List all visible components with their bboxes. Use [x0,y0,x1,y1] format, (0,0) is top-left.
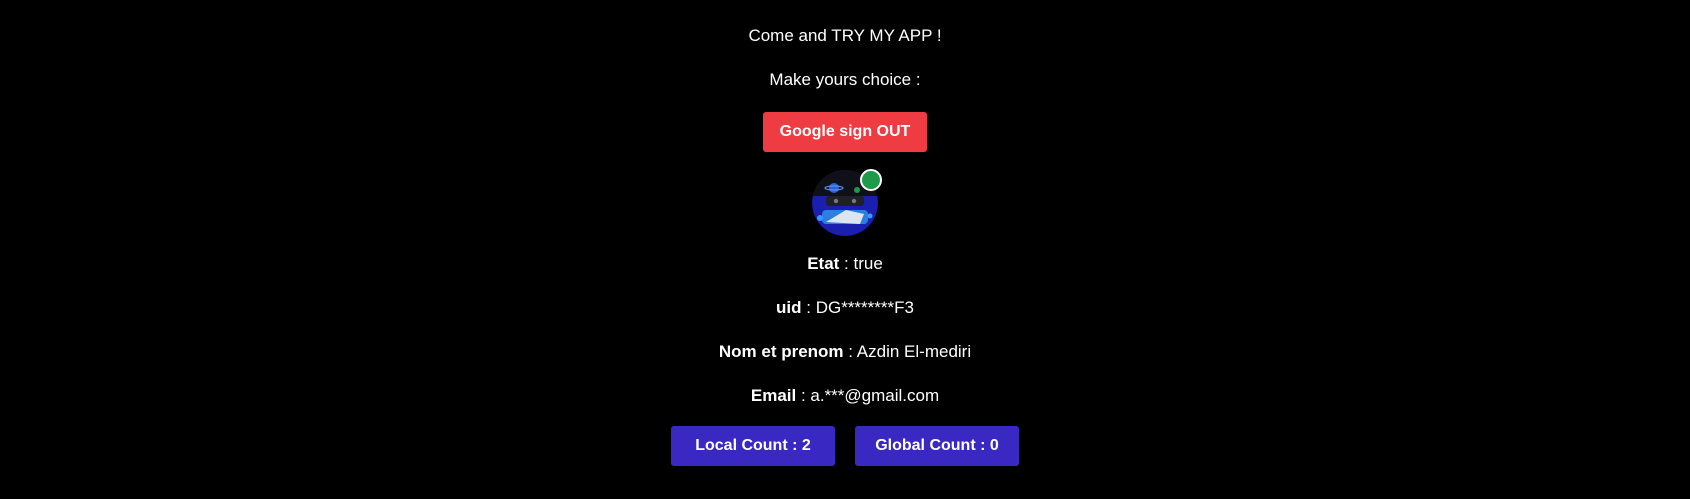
count-buttons: Local Count : 2 Global Count : 0 [671,426,1019,466]
google-signout-button[interactable]: Google sign OUT [763,112,927,152]
email-label: Email [750,386,797,405]
name-value: Azdin El-mediri [856,342,972,361]
local-count-button[interactable]: Local Count : 2 [671,426,835,466]
separator: : [839,254,854,273]
avatar [812,169,882,236]
name-row: Nom et prenom : Azdin El-mediri [719,342,971,362]
uid-row: uid : DG********F3 [776,298,914,318]
name-label: Nom et prenom [718,342,844,361]
etat-value: true [853,254,883,273]
choice-prompt: Make yours choice : [769,70,921,89]
etat-label: Etat [807,254,840,273]
uid-value: DG********F3 [815,298,914,317]
intro-text: Come and TRY MY APP ! [748,26,942,45]
separator: : [801,298,816,317]
global-count-button[interactable]: Global Count : 0 [855,426,1019,466]
separator: : [843,342,857,361]
separator: : [796,386,811,405]
email-value: a.***@gmail.com [810,386,940,405]
app-container: Come and TRY MY APP ! Make yours choice … [0,0,1690,499]
email-row: Email : a.***@gmail.com [751,386,939,406]
online-status-icon [860,169,882,191]
uid-label: uid [776,298,802,317]
etat-row: Etat : true [807,254,883,274]
